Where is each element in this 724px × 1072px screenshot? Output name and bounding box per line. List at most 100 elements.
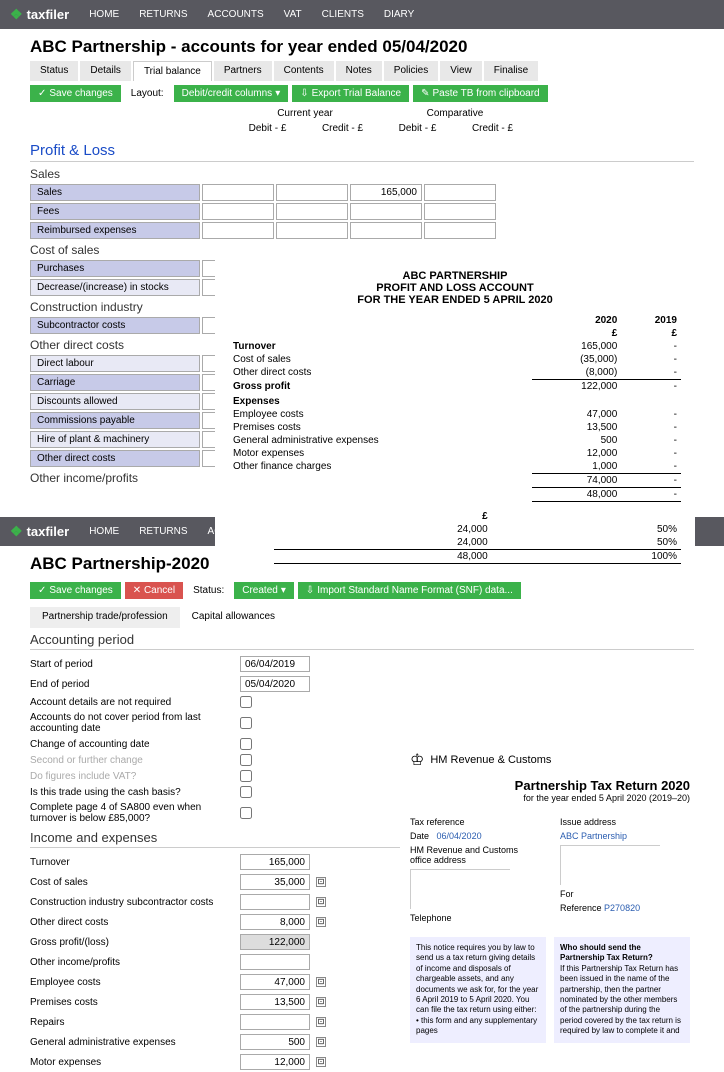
- tabs-1: StatusDetailsTrial balancePartnersConten…: [0, 61, 724, 81]
- subtab-trade[interactable]: Partnership trade/profession: [30, 607, 180, 628]
- nav-diary[interactable]: DIARY: [384, 9, 414, 20]
- date-label: Date: [410, 831, 429, 841]
- nav-clients[interactable]: CLIENTS: [322, 9, 364, 20]
- checkbox[interactable]: [240, 770, 252, 782]
- tb-cell[interactable]: [202, 203, 274, 220]
- colgroup-comparative: Comparative: [380, 108, 530, 119]
- amount-input[interactable]: [240, 894, 310, 910]
- amount-input[interactable]: [240, 874, 310, 890]
- detail-icon[interactable]: ⊡: [316, 917, 326, 927]
- amount-input[interactable]: [240, 994, 310, 1010]
- income-label: Motor expenses: [30, 1057, 240, 1068]
- chevron-down-icon: ▾: [281, 585, 286, 596]
- chevron-down-icon: ▾: [275, 88, 280, 99]
- tb-cell[interactable]: [276, 203, 348, 220]
- income-label: Gross profit/(loss): [30, 937, 240, 948]
- tb-cell[interactable]: [350, 222, 422, 239]
- tab-policies[interactable]: Policies: [384, 61, 438, 81]
- detail-icon[interactable]: ⊡: [316, 1057, 326, 1067]
- form-row-label: Second or further change: [30, 755, 240, 766]
- amount-input[interactable]: [240, 1034, 310, 1050]
- export-button[interactable]: ⇩ Export Trial Balance: [292, 85, 409, 102]
- tab-notes[interactable]: Notes: [336, 61, 382, 81]
- nav-home[interactable]: HOME: [89, 9, 119, 20]
- tb-row-label: Discounts allowed: [30, 393, 200, 410]
- tab-view[interactable]: View: [440, 61, 482, 81]
- detail-icon[interactable]: ⊡: [316, 1017, 326, 1027]
- leaf-icon: ❖: [10, 523, 23, 540]
- import-button[interactable]: ⇩ Import Standard Name Format (SNF) data…: [298, 582, 521, 599]
- telephone-label: Telephone: [410, 913, 540, 923]
- checkbox[interactable]: [240, 696, 252, 708]
- nav-returns-2[interactable]: RETURNS: [139, 526, 187, 537]
- tb-cell[interactable]: [424, 184, 496, 201]
- form-row-label: Is this trade using the cash basis?: [30, 787, 240, 798]
- checkbox[interactable]: [240, 754, 252, 766]
- column-group-headers: Current year Comparative: [0, 106, 724, 121]
- notice-right: Who should send the Partnership Tax Retu…: [554, 937, 690, 1043]
- col-debit-1: Debit - £: [230, 123, 305, 134]
- tb-row-label: Subcontractor costs: [30, 317, 200, 334]
- toolbar-2: ✓Save changes ✕ Cancel Status: Created ▾…: [0, 578, 724, 603]
- tb-cell[interactable]: [424, 222, 496, 239]
- tb-cell[interactable]: [350, 184, 422, 201]
- tab-status[interactable]: Status: [30, 61, 78, 81]
- check-icon: ✓: [38, 585, 46, 596]
- income-label: Turnover: [30, 857, 240, 868]
- checkbox[interactable]: [240, 807, 252, 819]
- tb-cell[interactable]: [202, 184, 274, 201]
- detail-icon[interactable]: ⊡: [316, 1037, 326, 1047]
- cancel-button[interactable]: ✕ Cancel: [125, 582, 183, 599]
- check-icon: ✓: [38, 88, 46, 99]
- nav-accounts[interactable]: ACCOUNTS: [208, 9, 264, 20]
- tb-row: Sales: [0, 183, 724, 202]
- navbar-1: ❖taxfiler HOME RETURNS ACCOUNTS VAT CLIE…: [0, 0, 724, 29]
- col-debit-2: Debit - £: [380, 123, 455, 134]
- layout-dropdown[interactable]: Debit/credit columns ▾: [174, 85, 289, 102]
- checkbox[interactable]: [240, 786, 252, 798]
- detail-icon[interactable]: ⊡: [316, 877, 326, 887]
- amount-input[interactable]: [240, 1054, 310, 1070]
- tb-cell[interactable]: [276, 184, 348, 201]
- toolbar-1: ✓Save changes Layout: Debit/credit colum…: [0, 81, 724, 106]
- save-button-2[interactable]: ✓Save changes: [30, 582, 121, 599]
- download-icon: ⇩: [300, 88, 308, 99]
- detail-icon[interactable]: ⊡: [316, 977, 326, 987]
- nav-returns[interactable]: RETURNS: [139, 9, 187, 20]
- group-sales: Sales: [0, 164, 724, 183]
- income-label: Repairs: [30, 1017, 240, 1028]
- detail-icon[interactable]: ⊡: [316, 997, 326, 1007]
- checkbox[interactable]: [240, 717, 252, 729]
- tab-details[interactable]: Details: [80, 61, 131, 81]
- subtab-capital[interactable]: Capital allowances: [180, 607, 287, 628]
- amount-input[interactable]: [240, 854, 310, 870]
- tb-row-label: Other direct costs: [30, 450, 200, 467]
- status-dropdown[interactable]: Created ▾: [234, 582, 294, 599]
- date-input[interactable]: [240, 676, 310, 692]
- form-row-label: Account details are not required: [30, 697, 240, 708]
- form-row-label: Start of period: [30, 659, 240, 670]
- tab-finalise[interactable]: Finalise: [484, 61, 538, 81]
- tab-contents[interactable]: Contents: [274, 61, 334, 81]
- tab-partners[interactable]: Partners: [214, 61, 272, 81]
- tb-cell[interactable]: [276, 222, 348, 239]
- tb-cell[interactable]: [424, 203, 496, 220]
- paste-button[interactable]: ✎ Paste TB from clipboard: [413, 85, 547, 102]
- tb-cell[interactable]: [202, 222, 274, 239]
- tb-cell[interactable]: [350, 203, 422, 220]
- save-button[interactable]: ✓Save changes: [30, 85, 121, 102]
- status-label: Status:: [187, 585, 230, 596]
- date-input[interactable]: [240, 656, 310, 672]
- tb-row-label: Direct labour: [30, 355, 200, 372]
- amount-input[interactable]: [240, 1014, 310, 1030]
- tb-row-label: Decrease/(increase) in stocks: [30, 279, 200, 296]
- amount-input[interactable]: [240, 974, 310, 990]
- address-box-2: [560, 845, 660, 885]
- nav-vat[interactable]: VAT: [284, 9, 302, 20]
- amount-input[interactable]: [240, 914, 310, 930]
- detail-icon[interactable]: ⊡: [316, 897, 326, 907]
- tab-trial-balance[interactable]: Trial balance: [133, 61, 212, 81]
- nav-home-2[interactable]: HOME: [89, 526, 119, 537]
- checkbox[interactable]: [240, 738, 252, 750]
- amount-input[interactable]: [240, 954, 310, 970]
